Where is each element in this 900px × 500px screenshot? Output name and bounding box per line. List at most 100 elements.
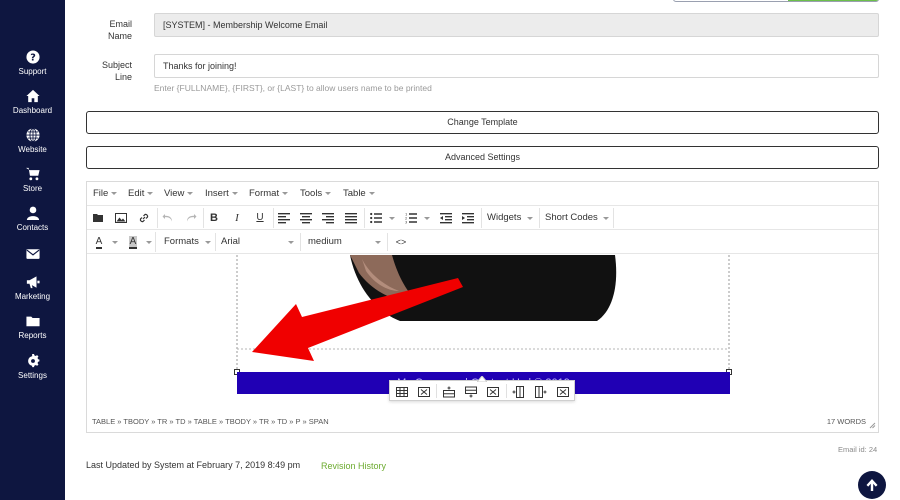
gear-icon	[27, 354, 39, 368]
save-button-partial[interactable]	[788, 0, 878, 1]
sidebar-item-marketing[interactable]: Marketing	[0, 275, 65, 311]
chevron-down-icon	[288, 241, 294, 244]
revision-history-link[interactable]: Revision History	[321, 461, 386, 471]
chevron-down-icon	[111, 191, 118, 195]
redo-button[interactable]	[184, 210, 198, 226]
italic-button[interactable]: I	[230, 210, 244, 226]
subject-line-field[interactable]: Thanks for joining!	[154, 54, 879, 78]
source-code-button[interactable]: <>	[394, 234, 408, 250]
sidebar-item-contacts[interactable]: Contacts	[0, 206, 65, 242]
delete-row-button[interactable]	[487, 385, 499, 397]
image-icon	[115, 213, 127, 223]
toolbar-divider	[157, 208, 158, 228]
chevron-down-icon[interactable]	[112, 241, 118, 244]
insert-row-before-button[interactable]	[443, 385, 455, 398]
advanced-settings-button[interactable]: Advanced Settings	[86, 146, 879, 169]
menu-file[interactable]: File	[93, 188, 118, 199]
question-circle-icon: ?	[25, 50, 40, 64]
align-left-button[interactable]	[277, 210, 291, 226]
menu-label: View	[164, 188, 185, 199]
toolbar-divider	[481, 208, 482, 228]
sidebar-item-label: Website	[18, 145, 47, 154]
link-icon	[139, 213, 149, 223]
undo-button[interactable]	[161, 210, 175, 226]
underline-icon: U	[256, 212, 264, 223]
font-size-value: medium	[308, 236, 342, 247]
delete-table-icon	[418, 387, 430, 397]
editor-toolbar-row-1: B I U 123 Widgets Short Codes	[87, 206, 878, 230]
align-right-button[interactable]	[321, 210, 335, 226]
menu-view[interactable]: View	[164, 188, 194, 199]
red-arrow-shape	[252, 278, 463, 361]
underline-button[interactable]: U	[253, 210, 267, 226]
bold-icon: B	[210, 212, 218, 224]
annotation-arrow	[252, 278, 463, 361]
toolbar-divider	[539, 208, 540, 228]
svg-text:?: ?	[30, 53, 36, 64]
formats-dropdown[interactable]: Formats	[164, 233, 216, 251]
email-name-field[interactable]: [SYSTEM] - Membership Welcome Email	[154, 13, 879, 37]
menu-format[interactable]: Format	[249, 188, 289, 199]
font-size-select[interactable]: medium	[308, 233, 388, 251]
delete-column-icon	[557, 387, 569, 397]
scroll-to-top-button[interactable]	[858, 471, 886, 499]
table-properties-button[interactable]	[396, 385, 408, 397]
sidebar-item-dashboard[interactable]: Dashboard	[0, 89, 65, 125]
short-codes-dropdown[interactable]: Short Codes	[545, 210, 609, 226]
user-icon	[26, 206, 39, 220]
delete-column-button[interactable]	[557, 385, 569, 397]
bold-button[interactable]: B	[207, 210, 221, 226]
align-justify-icon	[345, 213, 357, 224]
formats-label: Formats	[164, 236, 199, 247]
editor-menubar: File Edit View Insert Format Tools Table	[87, 182, 878, 206]
insert-column-before-button[interactable]	[512, 385, 524, 398]
menu-label: Format	[249, 188, 280, 199]
sidebar-item-website[interactable]: Website	[0, 128, 65, 164]
menu-tools[interactable]: Tools	[300, 188, 332, 199]
insert-row-after-button[interactable]	[465, 385, 477, 398]
menu-insert[interactable]: Insert	[205, 188, 238, 199]
toolbar-divider	[203, 208, 204, 228]
numbered-list-button[interactable]: 123	[404, 210, 418, 226]
background-color-button[interactable]: A	[126, 234, 140, 250]
sidebar-item-settings[interactable]: Settings	[0, 354, 65, 390]
menu-edit[interactable]: Edit	[128, 188, 154, 199]
insert-column-after-button[interactable]	[535, 385, 547, 398]
font-family-select[interactable]: Arial	[221, 233, 301, 251]
redo-icon	[187, 214, 197, 222]
toolbar-divider	[155, 232, 156, 252]
text-color-button[interactable]: A	[92, 234, 106, 250]
numbered-list-icon: 123	[405, 213, 417, 225]
chevron-down-icon[interactable]	[146, 241, 152, 244]
sidebar-item-store[interactable]: Store	[0, 167, 65, 203]
change-template-button[interactable]: Change Template	[86, 111, 879, 134]
resize-grip-icon[interactable]	[869, 422, 876, 429]
globe-icon	[25, 128, 40, 142]
indent-button[interactable]	[461, 210, 475, 226]
sidebar-item-support[interactable]: ? Support	[0, 50, 65, 86]
font-family-value: Arial	[221, 236, 241, 247]
word-count: 17 WORDS	[826, 417, 866, 426]
element-path[interactable]: TABLE » TBODY » TR » TD » TABLE » TBODY …	[92, 417, 329, 426]
sidebar-item-reports[interactable]: Reports	[0, 314, 65, 350]
insert-file-button[interactable]	[92, 210, 106, 226]
menu-label: File	[93, 188, 109, 199]
insert-link-button[interactable]	[137, 210, 151, 226]
delete-table-button[interactable]	[418, 385, 430, 397]
chevron-down-icon[interactable]	[389, 217, 395, 220]
editor-statusbar: TABLE » TBODY » TR » TD » TABLE » TBODY …	[87, 412, 878, 432]
sidebar: ? Support Dashboard Website Store Contac…	[0, 0, 65, 500]
chevron-down-icon[interactable]	[527, 217, 533, 220]
outdent-button[interactable]	[439, 210, 453, 226]
insert-image-button[interactable]	[114, 210, 128, 226]
align-justify-button[interactable]	[344, 210, 358, 226]
chevron-down-icon[interactable]	[603, 217, 609, 220]
chevron-down-icon	[147, 191, 154, 195]
align-center-button[interactable]	[299, 210, 313, 226]
sidebar-item-label: Dashboard	[12, 106, 53, 115]
menu-table[interactable]: Table	[343, 188, 375, 199]
top-action-buttons[interactable]	[673, 0, 879, 2]
chevron-down-icon[interactable]	[424, 217, 430, 220]
placeholder-hint: Enter {FULLNAME}, {FIRST}, or {LAST} to …	[154, 83, 432, 93]
bullet-list-button[interactable]	[369, 210, 383, 226]
